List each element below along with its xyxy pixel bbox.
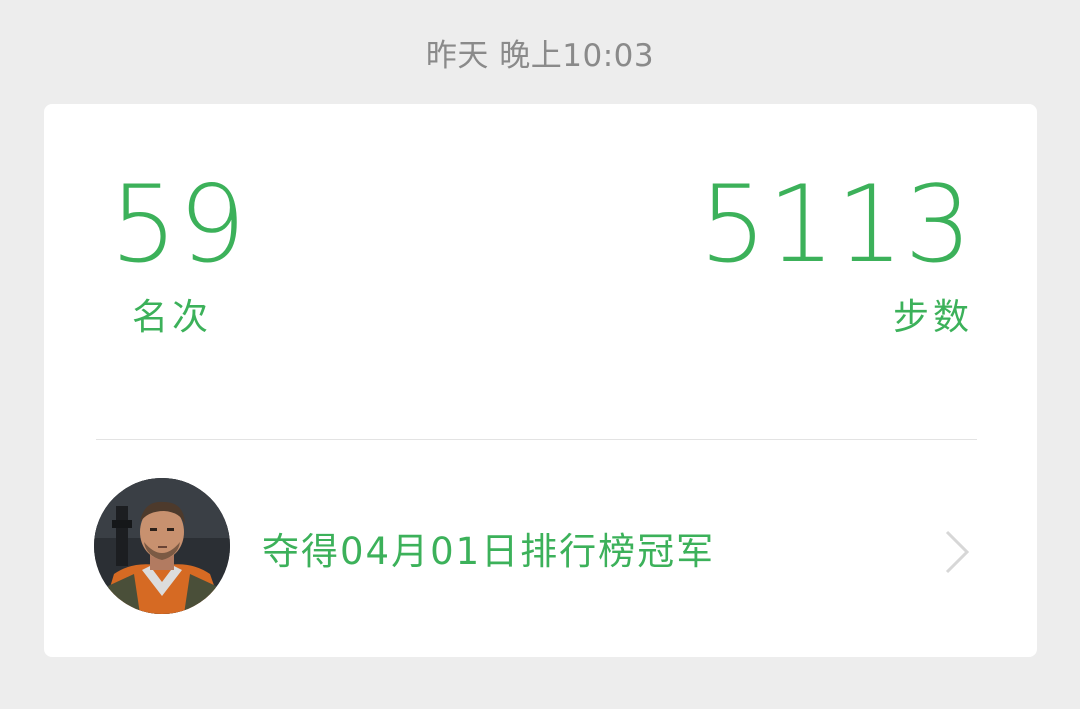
rank-stat: 59 名次 — [110, 172, 247, 338]
steps-value: 5113 — [699, 163, 973, 286]
ranking-card[interactable]: 59 名次 5113 步数 夺得04月01日排行榜冠军 — [44, 104, 1037, 657]
avatar-image — [94, 478, 230, 614]
user-avatar[interactable] — [94, 478, 230, 614]
steps-label: 步数 — [892, 297, 973, 338]
message-timestamp: 昨天 晚上10:03 — [425, 38, 655, 74]
champion-row[interactable]: 夺得04月01日排行榜冠军 — [44, 440, 1037, 657]
steps-stat: 5113 步数 — [699, 172, 973, 338]
rank-value: 59 — [110, 163, 247, 286]
rank-label: 名次 — [132, 297, 213, 338]
chevron-right-icon[interactable] — [943, 528, 973, 576]
champion-text: 夺得04月01日排行榜冠军 — [262, 530, 716, 573]
